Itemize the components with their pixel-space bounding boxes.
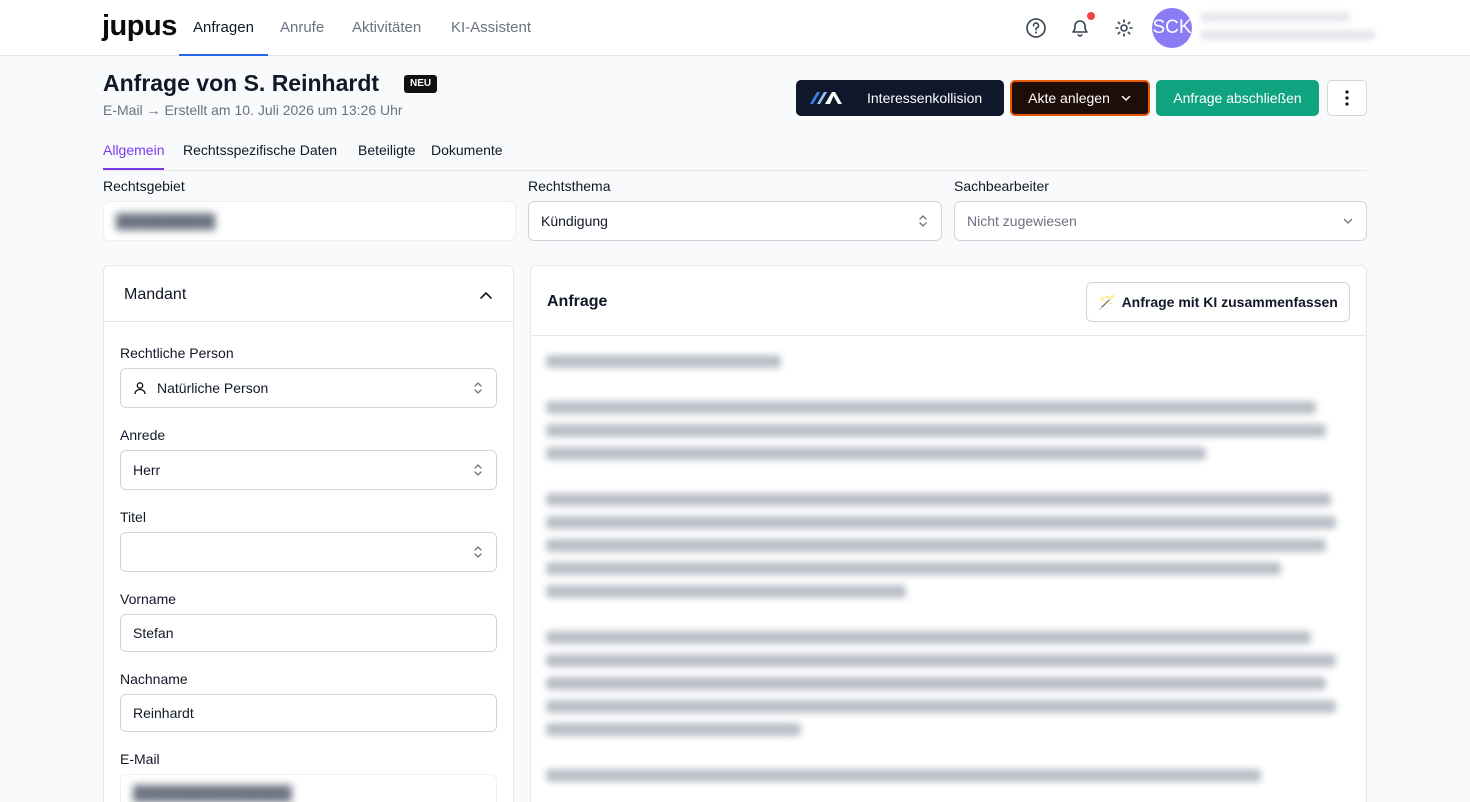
vorname-label: Vorname (120, 591, 177, 607)
rechtsthema-select[interactable]: Kündigung (528, 201, 942, 241)
nav-tab-aktivitaeten[interactable]: Aktivitäten (352, 0, 421, 56)
tab-allgemein[interactable]: Allgemein (103, 142, 165, 170)
interessenkollision-logo-icon (810, 92, 842, 104)
user-info-blurred (1200, 12, 1375, 46)
help-icon[interactable] (1024, 16, 1048, 40)
nav-tab-anfragen[interactable]: Anfragen (179, 0, 268, 56)
more-options-button[interactable] (1327, 80, 1367, 116)
user-icon (134, 382, 146, 395)
chevron-up-down-icon (474, 464, 482, 476)
akte-anlegen-button[interactable]: Akte anlegen (1010, 80, 1150, 116)
logo[interactable]: jupus (102, 10, 177, 43)
email-field[interactable]: ████████████████ (120, 774, 497, 802)
ki-zusammenfassen-label: Anfrage mit KI zusammenfassen (1121, 294, 1338, 310)
rechtsthema-label: Rechtsthema (528, 178, 611, 194)
nav-tab-ki-assistent[interactable]: KI-Assistent (451, 0, 531, 56)
chevron-up-icon[interactable] (478, 288, 494, 304)
rechtliche-person-select[interactable]: Natürliche Person (120, 368, 497, 408)
ki-zusammenfassen-button[interactable]: 🪄 Anfrage mit KI zusammenfassen (1086, 282, 1350, 322)
interessenkollision-label: Interessenkollision (867, 90, 983, 106)
titel-select[interactable] (120, 532, 497, 572)
rechtsthema-value: Kündigung (541, 213, 608, 229)
rechtliche-person-label: Rechtliche Person (120, 345, 234, 361)
chevron-down-icon (1121, 95, 1131, 102)
email-value-blurred: ████████████████ (133, 785, 292, 801)
notification-dot (1087, 12, 1095, 20)
titel-label: Titel (120, 509, 146, 525)
gear-icon[interactable] (1112, 16, 1136, 40)
rechtsgebiet-value-blurred: ██████████ (116, 213, 216, 229)
magic-wand-icon: 🪄 (1098, 293, 1116, 310)
avatar[interactable]: SCK (1152, 8, 1192, 48)
tab-rechtsspezifische-daten[interactable]: Rechtsspezifische Daten (183, 142, 337, 170)
rechtliche-person-value: Natürliche Person (157, 380, 269, 396)
page-subtitle: E-Mail → Erstellt am 10. Juli 2026 um 13… (103, 102, 403, 118)
anrede-select[interactable]: Herr (120, 450, 497, 490)
tabs-divider (103, 170, 1367, 171)
card-divider (104, 321, 513, 322)
chevron-up-down-icon (919, 215, 927, 227)
more-vertical-icon (1345, 90, 1349, 106)
rechtsgebiet-select[interactable]: ██████████ (103, 201, 516, 241)
mandant-title: Mandant (124, 286, 187, 303)
tab-dokumente[interactable]: Dokumente (431, 142, 503, 170)
anfrage-title: Anfrage (547, 293, 608, 310)
anfrage-text-blurred (546, 355, 1346, 802)
anrede-label: Anrede (120, 427, 166, 443)
nav-tab-anrufe[interactable]: Anrufe (280, 0, 324, 56)
sachbearbeiter-select[interactable]: Nicht zugewiesen (954, 201, 1367, 241)
chevron-up-down-icon (474, 546, 482, 558)
sachbearbeiter-value: Nicht zugewiesen (967, 213, 1077, 229)
status-badge: NEU (404, 75, 438, 93)
akte-anlegen-label: Akte anlegen (1028, 90, 1110, 106)
nachname-field[interactable]: Reinhardt (120, 694, 497, 732)
card-divider (531, 335, 1366, 336)
tab-beteiligte[interactable]: Beteiligte (358, 142, 416, 170)
sachbearbeiter-label: Sachbearbeiter (954, 178, 1049, 194)
nachname-label: Nachname (120, 671, 188, 687)
top-navigation: jupus Anfragen Anrufe Aktivitäten KI-Ass… (0, 0, 1470, 56)
anfrage-abschliessen-button[interactable]: Anfrage abschließen (1156, 80, 1319, 116)
anrede-value: Herr (133, 462, 161, 478)
email-label: E-Mail (120, 751, 160, 767)
rechtsgebiet-label: Rechtsgebiet (103, 178, 185, 194)
page-title: Anfrage von S. Reinhardt (103, 70, 380, 96)
chevron-down-icon (1343, 218, 1353, 224)
interessenkollision-button[interactable]: Interessenkollision (796, 80, 1004, 116)
vorname-field[interactable]: Stefan (120, 614, 497, 652)
chevron-up-down-icon (474, 382, 482, 394)
